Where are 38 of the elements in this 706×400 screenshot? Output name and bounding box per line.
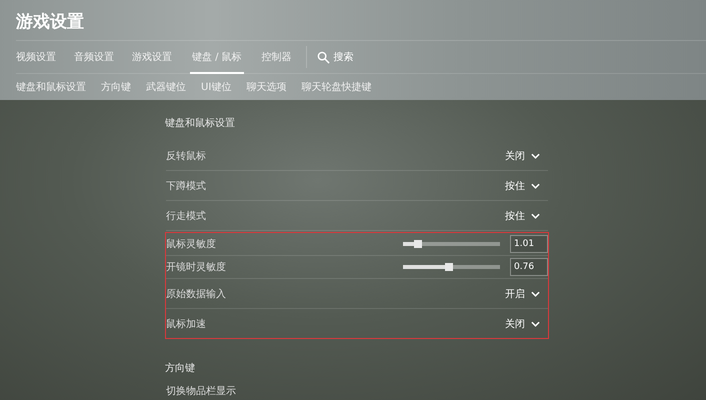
search-button[interactable]: 搜索 — [334, 50, 354, 64]
tab[interactable]: 控制器 — [262, 40, 292, 74]
setting-label: 开镜时灵敏度 — [166, 260, 227, 274]
window-title: 游戏设置 — [16, 11, 85, 34]
setting-label: 切换物品栏显示 — [166, 384, 237, 398]
subtab[interactable]: 聊天轮盘快捷键 — [301, 80, 372, 94]
slider[interactable] — [403, 242, 500, 246]
setting-label: 行走模式 — [166, 210, 207, 222]
chevron-icon — [531, 152, 540, 158]
search-icon[interactable] — [316, 50, 330, 64]
section-title: 方向键 — [165, 362, 196, 376]
dropdown[interactable]: 关闭 — [505, 316, 540, 330]
setting-label: 原始数据输入 — [166, 288, 227, 300]
chevron-icon — [531, 182, 540, 188]
setting-label: 鼠标加速 — [166, 318, 207, 330]
tab[interactable]: 键盘 / 鼠标 — [190, 40, 244, 74]
setting-label: 下蹲模式 — [166, 180, 207, 192]
subtab[interactable]: UI键位 — [201, 80, 232, 94]
tab[interactable]: 音频设置 — [74, 40, 114, 74]
tab[interactable]: 视频设置 — [16, 40, 56, 74]
section-title: 键盘和鼠标设置 — [165, 116, 236, 131]
subtab[interactable]: 方向键 — [101, 80, 131, 94]
dropdown[interactable]: 按住 — [505, 208, 540, 222]
chevron-icon — [531, 320, 540, 326]
subtab[interactable]: 武器键位 — [146, 80, 186, 94]
dropdown[interactable]: 关闭 — [505, 148, 540, 162]
chevron-icon — [531, 212, 540, 218]
slider-thumb[interactable] — [414, 240, 422, 248]
dropdown[interactable]: 开启 — [505, 286, 540, 300]
chevron-icon — [531, 290, 540, 296]
subtab[interactable]: 键盘和鼠标设置 — [16, 80, 86, 94]
slider-thumb[interactable] — [444, 263, 453, 271]
setting-label: 鼠标灵敏度 — [166, 238, 217, 251]
slider[interactable] — [403, 265, 500, 269]
setting-label: 反转鼠标 — [166, 150, 207, 162]
tab[interactable]: 游戏设置 — [132, 40, 172, 74]
dropdown[interactable]: 按住 — [505, 178, 540, 192]
subtab[interactable]: 聊天选项 — [246, 80, 286, 94]
